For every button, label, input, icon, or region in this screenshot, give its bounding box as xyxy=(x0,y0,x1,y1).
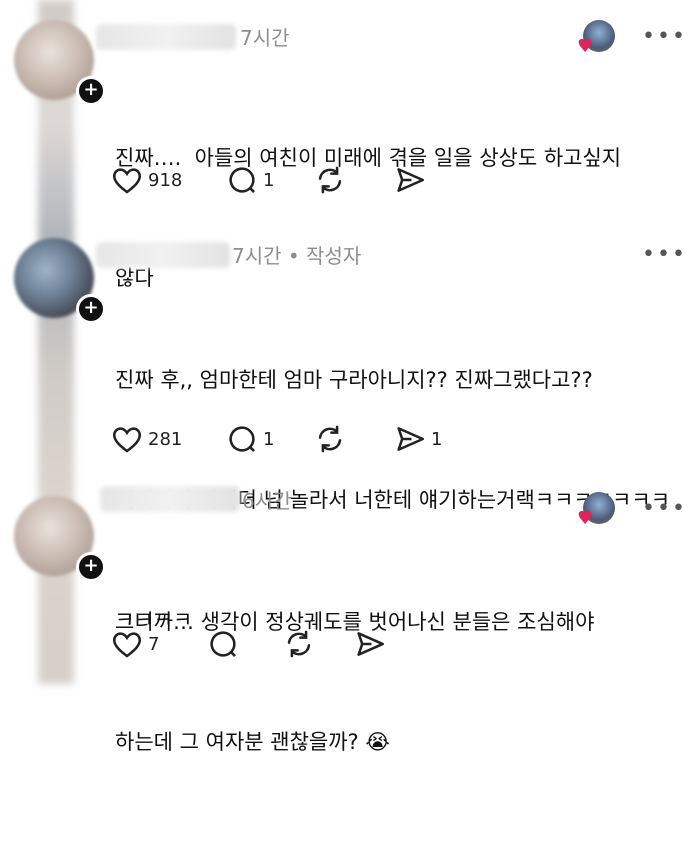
heart-outline-icon xyxy=(112,168,142,194)
like-button[interactable]: 281 xyxy=(110,419,182,459)
timestamp: 6시간 xyxy=(242,489,292,513)
like-count: 7 xyxy=(148,633,160,655)
author-name[interactable] xyxy=(100,486,240,512)
comment-meta: 7시간 • 작성자 xyxy=(232,240,361,269)
comment-actions: 918 1 xyxy=(110,160,430,200)
author-name[interactable] xyxy=(96,242,230,268)
comment-actions: 281 1 1 xyxy=(110,419,450,459)
repost-arrows-icon xyxy=(318,166,342,194)
like-count: 918 xyxy=(148,169,183,191)
plus-glyph: + xyxy=(83,79,99,100)
comment-meta: 7시간 xyxy=(240,22,290,51)
heart-badge-icon: ♥ xyxy=(577,38,595,56)
like-button[interactable]: 918 xyxy=(110,160,182,200)
blurred-avatar-column xyxy=(38,0,74,684)
comment-bubble-icon xyxy=(229,426,255,452)
repost-button[interactable] xyxy=(282,624,316,664)
repost-button[interactable] xyxy=(313,160,347,200)
more-options-icon[interactable]: ••• xyxy=(642,242,687,267)
comment-meta: 6시간 xyxy=(242,485,292,514)
author-tag: 작성자 xyxy=(306,244,362,268)
comment-actions: 7 xyxy=(110,624,430,664)
reply-count: 1 xyxy=(263,428,275,450)
repost-button[interactable] xyxy=(313,419,347,459)
reply-count: 1 xyxy=(263,169,275,191)
comment-bubble-icon xyxy=(210,631,236,657)
send-arrow-icon xyxy=(357,632,385,656)
author-name[interactable] xyxy=(96,24,236,50)
more-label: ••• xyxy=(642,242,687,267)
reply-button[interactable]: 1 xyxy=(225,419,274,459)
share-button[interactable] xyxy=(393,160,427,200)
follow-plus-icon[interactable]: + xyxy=(76,294,106,324)
more-options-icon[interactable]: ••• xyxy=(642,496,687,521)
more-label: ••• xyxy=(642,24,687,49)
comment-bubble-icon xyxy=(229,167,255,193)
like-count: 281 xyxy=(148,428,183,450)
follow-plus-icon[interactable]: + xyxy=(76,76,106,106)
heart-outline-icon xyxy=(112,632,142,658)
reply-button[interactable] xyxy=(206,624,240,664)
more-label: ••• xyxy=(642,496,687,521)
timestamp: 7시간 xyxy=(240,26,290,50)
comment-text-line: 하는데 그 여자분 괜찮을까? 😭 xyxy=(115,730,390,754)
more-options-icon[interactable]: ••• xyxy=(642,24,687,49)
follow-plus-icon[interactable]: + xyxy=(76,552,106,582)
send-arrow-icon xyxy=(397,168,425,192)
send-arrow-icon xyxy=(397,427,425,451)
reply-button[interactable]: 1 xyxy=(225,160,274,200)
like-button[interactable]: 7 xyxy=(110,624,159,664)
meta-separator: • xyxy=(287,244,300,268)
comment-text-line: 진짜 후,, 엄마한테 엄마 구라아니지?? 진짜그랬다고?? xyxy=(115,368,593,392)
plus-glyph: + xyxy=(83,555,99,576)
share-button[interactable] xyxy=(353,624,387,664)
comment-text: 그니까… 생각이 정상궤도를 벗어나신 분들은 조심해야 하는데 그 여자분 괜… xyxy=(115,522,685,842)
plus-glyph: + xyxy=(83,297,99,318)
share-count: 1 xyxy=(431,428,443,450)
timestamp: 7시간 xyxy=(232,244,282,268)
repost-arrows-icon xyxy=(318,425,342,453)
repost-arrows-icon xyxy=(287,630,311,658)
heart-glyph: ♥ xyxy=(577,36,594,57)
share-button[interactable]: 1 xyxy=(393,419,442,459)
heart-outline-icon xyxy=(112,427,142,453)
